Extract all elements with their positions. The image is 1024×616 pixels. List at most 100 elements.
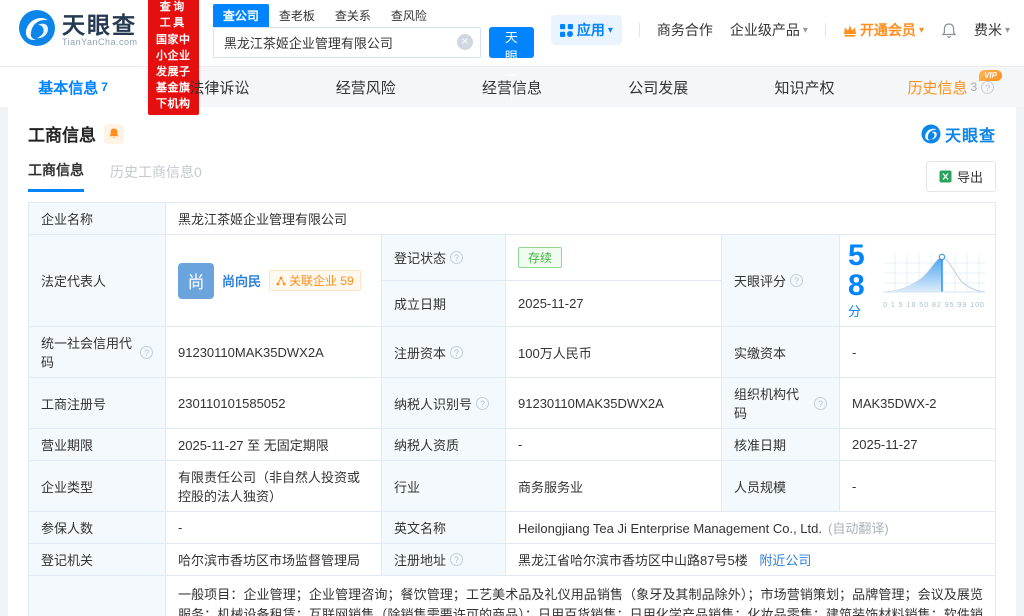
field-value-score: 58分 [840,235,996,327]
help-icon[interactable]: ? [450,251,463,264]
help-icon[interactable]: ? [450,346,463,359]
field-value-staff-size: - [840,461,996,512]
tianyancha-logo-icon [18,9,56,52]
field-label-company-name: 企业名称 [29,203,166,235]
enterprise-products-menu[interactable]: 企业级产品 ▾ [730,20,808,40]
search-tab-boss[interactable]: 查老板 [269,4,325,27]
table-row: 企业类型 有限责任公司（非自然人投资或控股的法人独资） 行业 商务服务业 人员规… [29,461,996,512]
tab-operational-risk[interactable]: 经营风险 [293,67,439,107]
company-nav-tabs: 基本信息 7 法律诉讼 经营风险 经营信息 公司发展 知识产权 历史信息 3 ?… [0,66,1024,107]
subtab-history-business-info[interactable]: 历史工商信息0 [110,162,202,191]
field-label-staff-size: 人员规模 [722,461,840,512]
help-icon[interactable]: ? [450,553,463,566]
tianyancha-logo-icon [921,124,941,144]
tab-intellectual-property[interactable]: 知识产权 [731,67,877,107]
subtab-business-info[interactable]: 工商信息 [28,160,84,192]
help-icon[interactable]: ? [140,346,153,359]
field-label-industry: 行业 [382,461,506,512]
export-button[interactable]: 导出 [926,161,996,192]
brand-name: 天眼查 [62,13,138,37]
nearby-companies-link[interactable]: 附近公司 [759,553,811,568]
search-input[interactable] [213,27,481,58]
subscribe-bell-icon[interactable] [104,124,124,144]
search-tab-relation[interactable]: 查关系 [325,4,381,27]
field-value-reg-authority: 哈尔滨市香坊区市场监督管理局 [166,544,382,576]
business-registration-table: 企业名称 黑龙江茶姬企业管理有限公司 法定代表人 尚 尚向民 关联企业 59 [28,202,996,616]
field-value-paid-capital: - [840,327,996,378]
field-label-english-name: 英文名称 [382,512,506,544]
biz-cooperation-menu[interactable]: 商务合作 [657,20,713,40]
tab-company-development[interactable]: 公司发展 [585,67,731,107]
table-row: 企业名称 黑龙江茶姬企业管理有限公司 [29,203,996,235]
table-row: 参保人数 - 英文名称 Heilongjiang Tea Ji Enterpri… [29,512,996,544]
apps-menu[interactable]: 应用 ▾ [551,15,622,45]
top-header: 天眼查 TianYanCha.com 都在用的商业查询工具 国家中小企业发展子基… [0,0,1024,60]
apps-grid-icon [560,24,573,37]
status-badge: 存续 [518,247,562,268]
tab-count: 7 [101,80,108,94]
score-axis-labels: 0 1 5 18 50 82 95 99 100 [881,302,987,309]
field-label-paid-capital: 实缴资本 [722,327,840,378]
tianyancha-logo[interactable]: 天眼查 TianYanCha.com [18,9,138,52]
field-label-business-term: 营业期限 [29,429,166,461]
help-icon[interactable]: ? [790,274,803,287]
tab-basic-info[interactable]: 基本信息 7 [0,67,146,107]
field-label-reg-authority: 登记机关 [29,544,166,576]
chevron-down-icon: ▾ [1005,25,1010,36]
table-row: 统一社会信用代码? 91230110MAK35DWX2A 注册资本? 100万人… [29,327,996,378]
field-label-reg-status: 登记状态? [382,235,506,281]
field-label-taxpayer-id: 纳税人识别号? [382,378,506,429]
field-value-industry: 商务服务业 [506,461,722,512]
score-unit: 分 [848,304,861,319]
search-tab-risk[interactable]: 查风险 [381,4,437,27]
field-label-reg-address: 注册地址? [382,544,506,576]
tab-legal-proceedings[interactable]: 法律诉讼 [146,67,292,107]
field-value-english-name: Heilongjiang Tea Ji Enterprise Managemen… [506,512,996,544]
field-value-org-code: MAK35DWX-2 [840,378,996,429]
search-block: 查公司 查老板 查关系 查风险 × 天眼一下 [213,3,534,58]
field-value-reg-address: 黑龙江省哈尔滨市香坊区中山路87号5楼 附近公司 [506,544,996,576]
help-icon[interactable]: ? [814,397,827,410]
related-companies-badge[interactable]: 关联企业 59 [269,270,361,291]
legal-rep-link[interactable]: 尚向民 [222,271,261,290]
field-value-insured-count: - [166,512,382,544]
table-row: 登记机关 哈尔滨市香坊区市场监督管理局 注册地址? 黑龙江省哈尔滨市香坊区中山路… [29,544,996,576]
promo-line-1: 都在用的商业查询工具 [156,0,191,30]
user-menu[interactable]: 费米 ▾ [974,20,1010,40]
tab-business-info[interactable]: 经营信息 [439,67,585,107]
field-label-org-code: 组织机构代码? [722,378,840,429]
menu-divider [825,23,826,37]
chevron-down-icon: ▾ [919,25,924,36]
table-row: 营业期限 2025-11-27 至 无固定期限 纳税人资质 - 核准日期 202… [29,429,996,461]
watermark-brand: 天眼查 [945,122,996,146]
search-tab-company[interactable]: 查公司 [213,4,269,27]
field-value-approval-date: 2025-11-27 [840,429,996,461]
relation-graph-icon [276,276,286,286]
field-label-taxpayer-quality: 纳税人资质 [382,429,506,461]
field-label-legal-rep: 法定代表人 [29,235,166,327]
help-icon[interactable]: ? [981,81,994,94]
open-vip-menu[interactable]: 开通会员 ▾ [843,20,924,40]
field-label-score: 天眼评分? [722,235,840,327]
chevron-down-icon: ▾ [803,25,808,36]
legal-rep-avatar[interactable]: 尚 [178,263,214,299]
search-clear-icon[interactable]: × [457,34,473,50]
search-tabs: 查公司 查老板 查关系 查风险 [213,3,534,27]
field-label-credit-code: 统一社会信用代码? [29,327,166,378]
crown-icon [843,24,857,37]
field-value-taxpayer-id: 91230110MAK35DWX2A [506,378,722,429]
tab-history-info[interactable]: 历史信息 3 ? VIP [878,67,1024,107]
field-value-reg-status: 存续 [506,235,722,281]
help-icon[interactable]: ? [476,397,489,410]
notification-bell-icon[interactable] [941,22,957,39]
tab-count: 3 [970,80,977,94]
brand-domain: TianYanCha.com [62,37,138,47]
field-value-reg-number: 230110101585052 [166,378,382,429]
field-label-est-date: 成立日期 [382,281,506,327]
field-value-company-name: 黑龙江茶姬企业管理有限公司 [166,203,996,235]
search-button[interactable]: 天眼一下 [489,27,534,58]
field-value-legal-rep: 尚 尚向民 关联企业 59 [166,235,382,327]
auto-translate-note: (自动翻译) [828,521,889,536]
card-watermark: 天眼查 [921,122,996,146]
table-row: 经营范围? 一般项目：企业管理；企业管理咨询；餐饮管理；工艺美术品及礼仪用品销售… [29,576,996,616]
